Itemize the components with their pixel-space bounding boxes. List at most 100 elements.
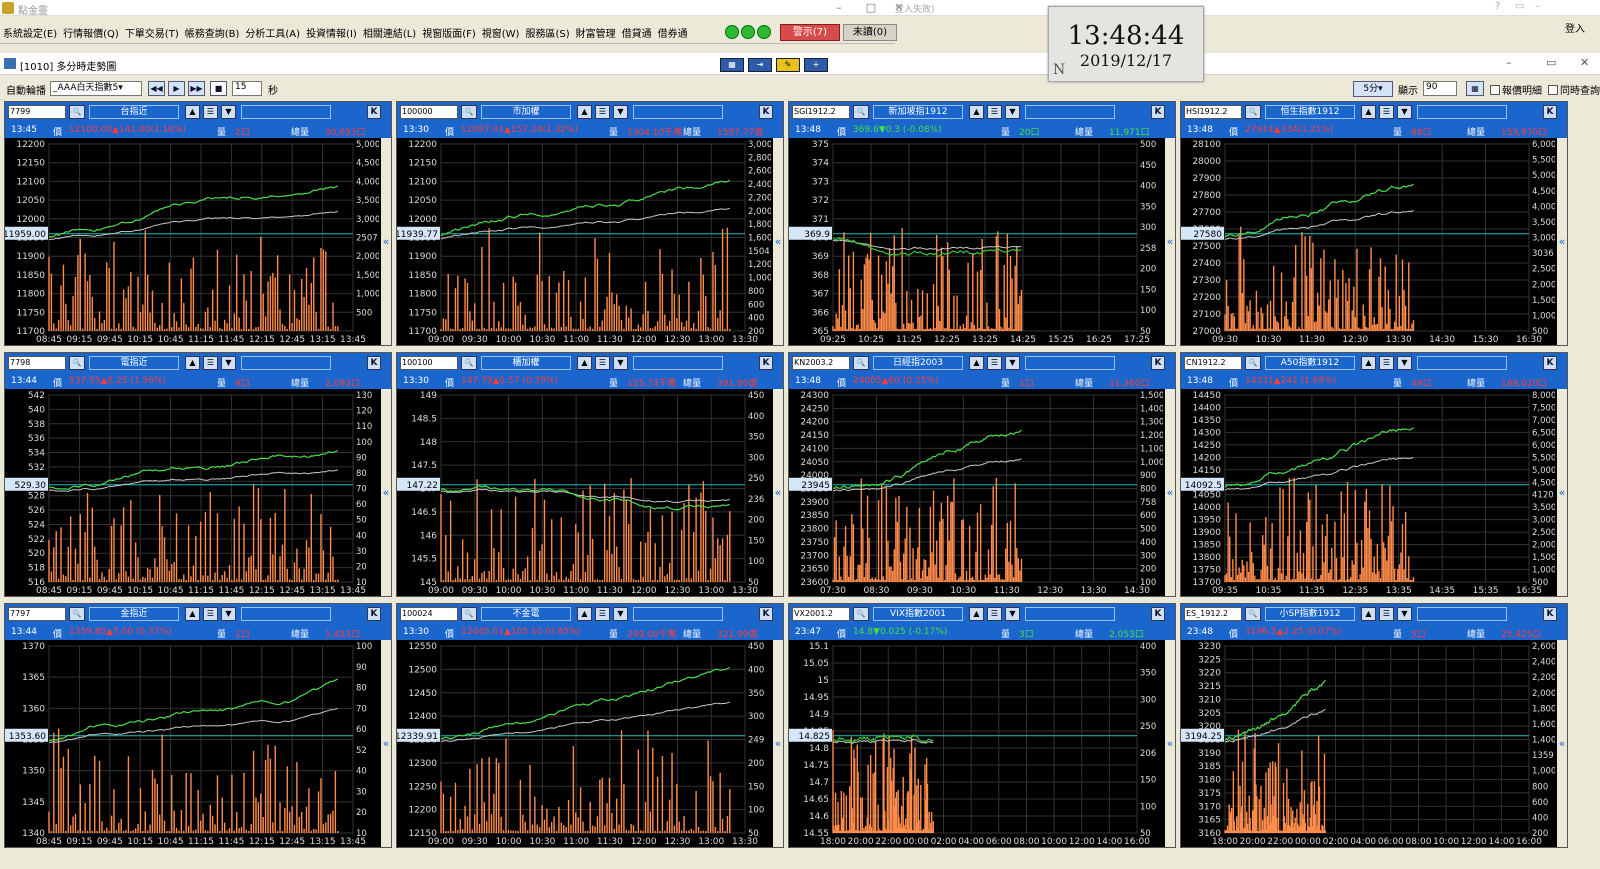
- chevron-down-icon[interactable]: ▼: [221, 607, 236, 621]
- scroll-up-icon[interactable]: ▲: [1361, 607, 1376, 621]
- chevron-down-icon[interactable]: ▼: [1397, 105, 1412, 119]
- collapse-arrow-icon[interactable]: «: [1557, 138, 1567, 345]
- search-icon[interactable]: 🔍: [853, 607, 869, 621]
- k-chart-button[interactable]: K: [1151, 105, 1165, 119]
- list-icon[interactable]: ☰: [987, 607, 1002, 621]
- collapse-arrow-icon[interactable]: «: [773, 138, 783, 345]
- price-chart[interactable]: 15.115.051514.9514.914.8514.814.7514.714…: [789, 640, 1163, 847]
- search-icon[interactable]: 🔍: [853, 105, 869, 119]
- price-chart[interactable]: 3753743733723713703693683673663655004504…: [789, 138, 1163, 345]
- window-restore-icon[interactable]: ▭: [1546, 56, 1556, 69]
- help-icon[interactable]: ?: [1495, 1, 1500, 12]
- price-chart[interactable]: 1445014400143501430014250142001415014100…: [1181, 389, 1555, 596]
- k-chart-button[interactable]: K: [1151, 607, 1165, 621]
- interval-select[interactable]: 5分▾: [1353, 81, 1393, 97]
- search-icon[interactable]: 🔍: [1245, 356, 1261, 370]
- symbol-code-select[interactable]: 7797: [8, 607, 66, 621]
- scroll-up-icon[interactable]: ▲: [577, 356, 592, 370]
- search-icon[interactable]: 🔍: [69, 105, 85, 119]
- price-chart[interactable]: 1370136513601355135013451340100908070605…: [5, 640, 379, 847]
- menu-window[interactable]: 視窗(W): [479, 22, 523, 40]
- price-chart[interactable]: 1220012150121001205012000119501190011850…: [397, 138, 771, 345]
- symbol-code-select[interactable]: KN2003.2: [792, 356, 850, 370]
- collapse-arrow-icon[interactable]: «: [1557, 389, 1567, 596]
- menu-info[interactable]: 投資情報(I): [303, 22, 360, 40]
- price-chart[interactable]: 2810028000279002780027700276002750027400…: [1181, 138, 1555, 345]
- export-icon[interactable]: ⇥: [748, 58, 772, 72]
- search-icon[interactable]: 🔍: [853, 356, 869, 370]
- chevron-down-icon[interactable]: ▼: [1397, 356, 1412, 370]
- menu-securities-lending[interactable]: 借券通: [655, 22, 691, 40]
- scroll-up-icon[interactable]: ▲: [1361, 356, 1376, 370]
- list-icon[interactable]: ☰: [595, 105, 610, 119]
- symbol-code-select[interactable]: 100024: [400, 607, 458, 621]
- seconds-input[interactable]: 15: [232, 81, 262, 96]
- k-chart-button[interactable]: K: [1543, 105, 1557, 119]
- symbol-code-select[interactable]: ES_1912.2: [1184, 607, 1242, 621]
- list-icon[interactable]: ☰: [203, 607, 218, 621]
- symbol-code-select[interactable]: 7799: [8, 105, 66, 119]
- scroll-up-icon[interactable]: ▲: [577, 105, 592, 119]
- unread-button[interactable]: 未讀(0): [843, 24, 897, 41]
- price-chart[interactable]: 1255012500124501240012350123001225012200…: [397, 640, 771, 847]
- menu-service[interactable]: 服務區(S): [522, 22, 572, 40]
- rewind-icon[interactable]: ◀◀: [148, 81, 165, 96]
- k-chart-button[interactable]: K: [759, 105, 773, 119]
- search-icon[interactable]: 🔍: [461, 105, 477, 119]
- search-icon[interactable]: 🔍: [461, 607, 477, 621]
- price-chart[interactable]: 3230322532203215321032053200319531903185…: [1181, 640, 1555, 847]
- chevron-down-icon[interactable]: ▼: [613, 105, 628, 119]
- show-count-input[interactable]: 90: [1423, 81, 1457, 96]
- window-minimize-icon[interactable]: –: [1506, 56, 1512, 69]
- symbol-code-select[interactable]: CN1912.2: [1184, 356, 1242, 370]
- k-chart-button[interactable]: K: [759, 356, 773, 370]
- list-icon[interactable]: ☰: [595, 607, 610, 621]
- k-chart-button[interactable]: K: [1543, 356, 1557, 370]
- symbol-code-select[interactable]: 100100: [400, 356, 458, 370]
- list-icon[interactable]: ☰: [987, 105, 1002, 119]
- k-chart-button[interactable]: K: [1543, 607, 1557, 621]
- price-chart[interactable]: 1220012150121001205012000119501190011850…: [5, 138, 379, 345]
- menu-layout[interactable]: 視窗版面(F): [419, 22, 479, 40]
- k-chart-button[interactable]: K: [367, 607, 381, 621]
- list-icon[interactable]: ☰: [203, 356, 218, 370]
- price-chart[interactable]: 5425405385365345325305285265245225205185…: [5, 389, 379, 596]
- menu-wealth[interactable]: 財富管理: [573, 22, 619, 40]
- price-chart[interactable]: 149148.5148147.5147146.5146145.514545040…: [397, 389, 771, 596]
- list-icon[interactable]: ☰: [595, 356, 610, 370]
- scroll-up-icon[interactable]: ▲: [185, 356, 200, 370]
- chevron-down-icon[interactable]: ▼: [1005, 105, 1020, 119]
- chevron-down-icon[interactable]: ▼: [613, 607, 628, 621]
- list-icon[interactable]: ☰: [1379, 607, 1394, 621]
- collapse-arrow-icon[interactable]: «: [773, 389, 783, 596]
- collapse-arrow-icon[interactable]: «: [773, 640, 783, 847]
- menu-system[interactable]: 系統設定(E): [0, 22, 60, 40]
- search-icon[interactable]: 🔍: [1245, 105, 1261, 119]
- menu-analysis[interactable]: 分析工具(A): [242, 22, 303, 40]
- search-icon[interactable]: 🔍: [69, 356, 85, 370]
- collapse-arrow-icon[interactable]: «: [1165, 138, 1175, 345]
- search-icon[interactable]: 🔍: [1245, 607, 1261, 621]
- highlight-icon[interactable]: ✎: [776, 58, 800, 72]
- restore-icon[interactable]: ▭: [1515, 1, 1524, 12]
- price-chart[interactable]: 2430024250242002415024100240502400023950…: [789, 389, 1163, 596]
- minimize-icon[interactable]: –: [1535, 1, 1540, 12]
- fast-forward-icon[interactable]: ▶▶: [188, 81, 205, 96]
- scroll-up-icon[interactable]: ▲: [969, 607, 984, 621]
- stop-icon[interactable]: ■: [210, 81, 227, 96]
- menu-lending[interactable]: 借貸通: [619, 22, 655, 40]
- menu-links[interactable]: 相關連結(L): [360, 22, 419, 40]
- add-window-icon[interactable]: +: [804, 58, 828, 72]
- collapse-arrow-icon[interactable]: «: [381, 138, 391, 345]
- symbol-code-select[interactable]: 7798: [8, 356, 66, 370]
- collapse-arrow-icon[interactable]: «: [381, 389, 391, 596]
- k-chart-button[interactable]: K: [367, 356, 381, 370]
- collapse-arrow-icon[interactable]: «: [381, 640, 391, 847]
- search-icon[interactable]: 🔍: [69, 607, 85, 621]
- symbol-code-select[interactable]: VX2001.2: [792, 607, 850, 621]
- login-link[interactable]: 登入: [1565, 20, 1585, 35]
- rotate-group-select[interactable]: _AAA白天指數5▾: [50, 81, 142, 96]
- chevron-down-icon[interactable]: ▼: [221, 105, 236, 119]
- chevron-down-icon[interactable]: ▼: [613, 356, 628, 370]
- scroll-up-icon[interactable]: ▲: [969, 105, 984, 119]
